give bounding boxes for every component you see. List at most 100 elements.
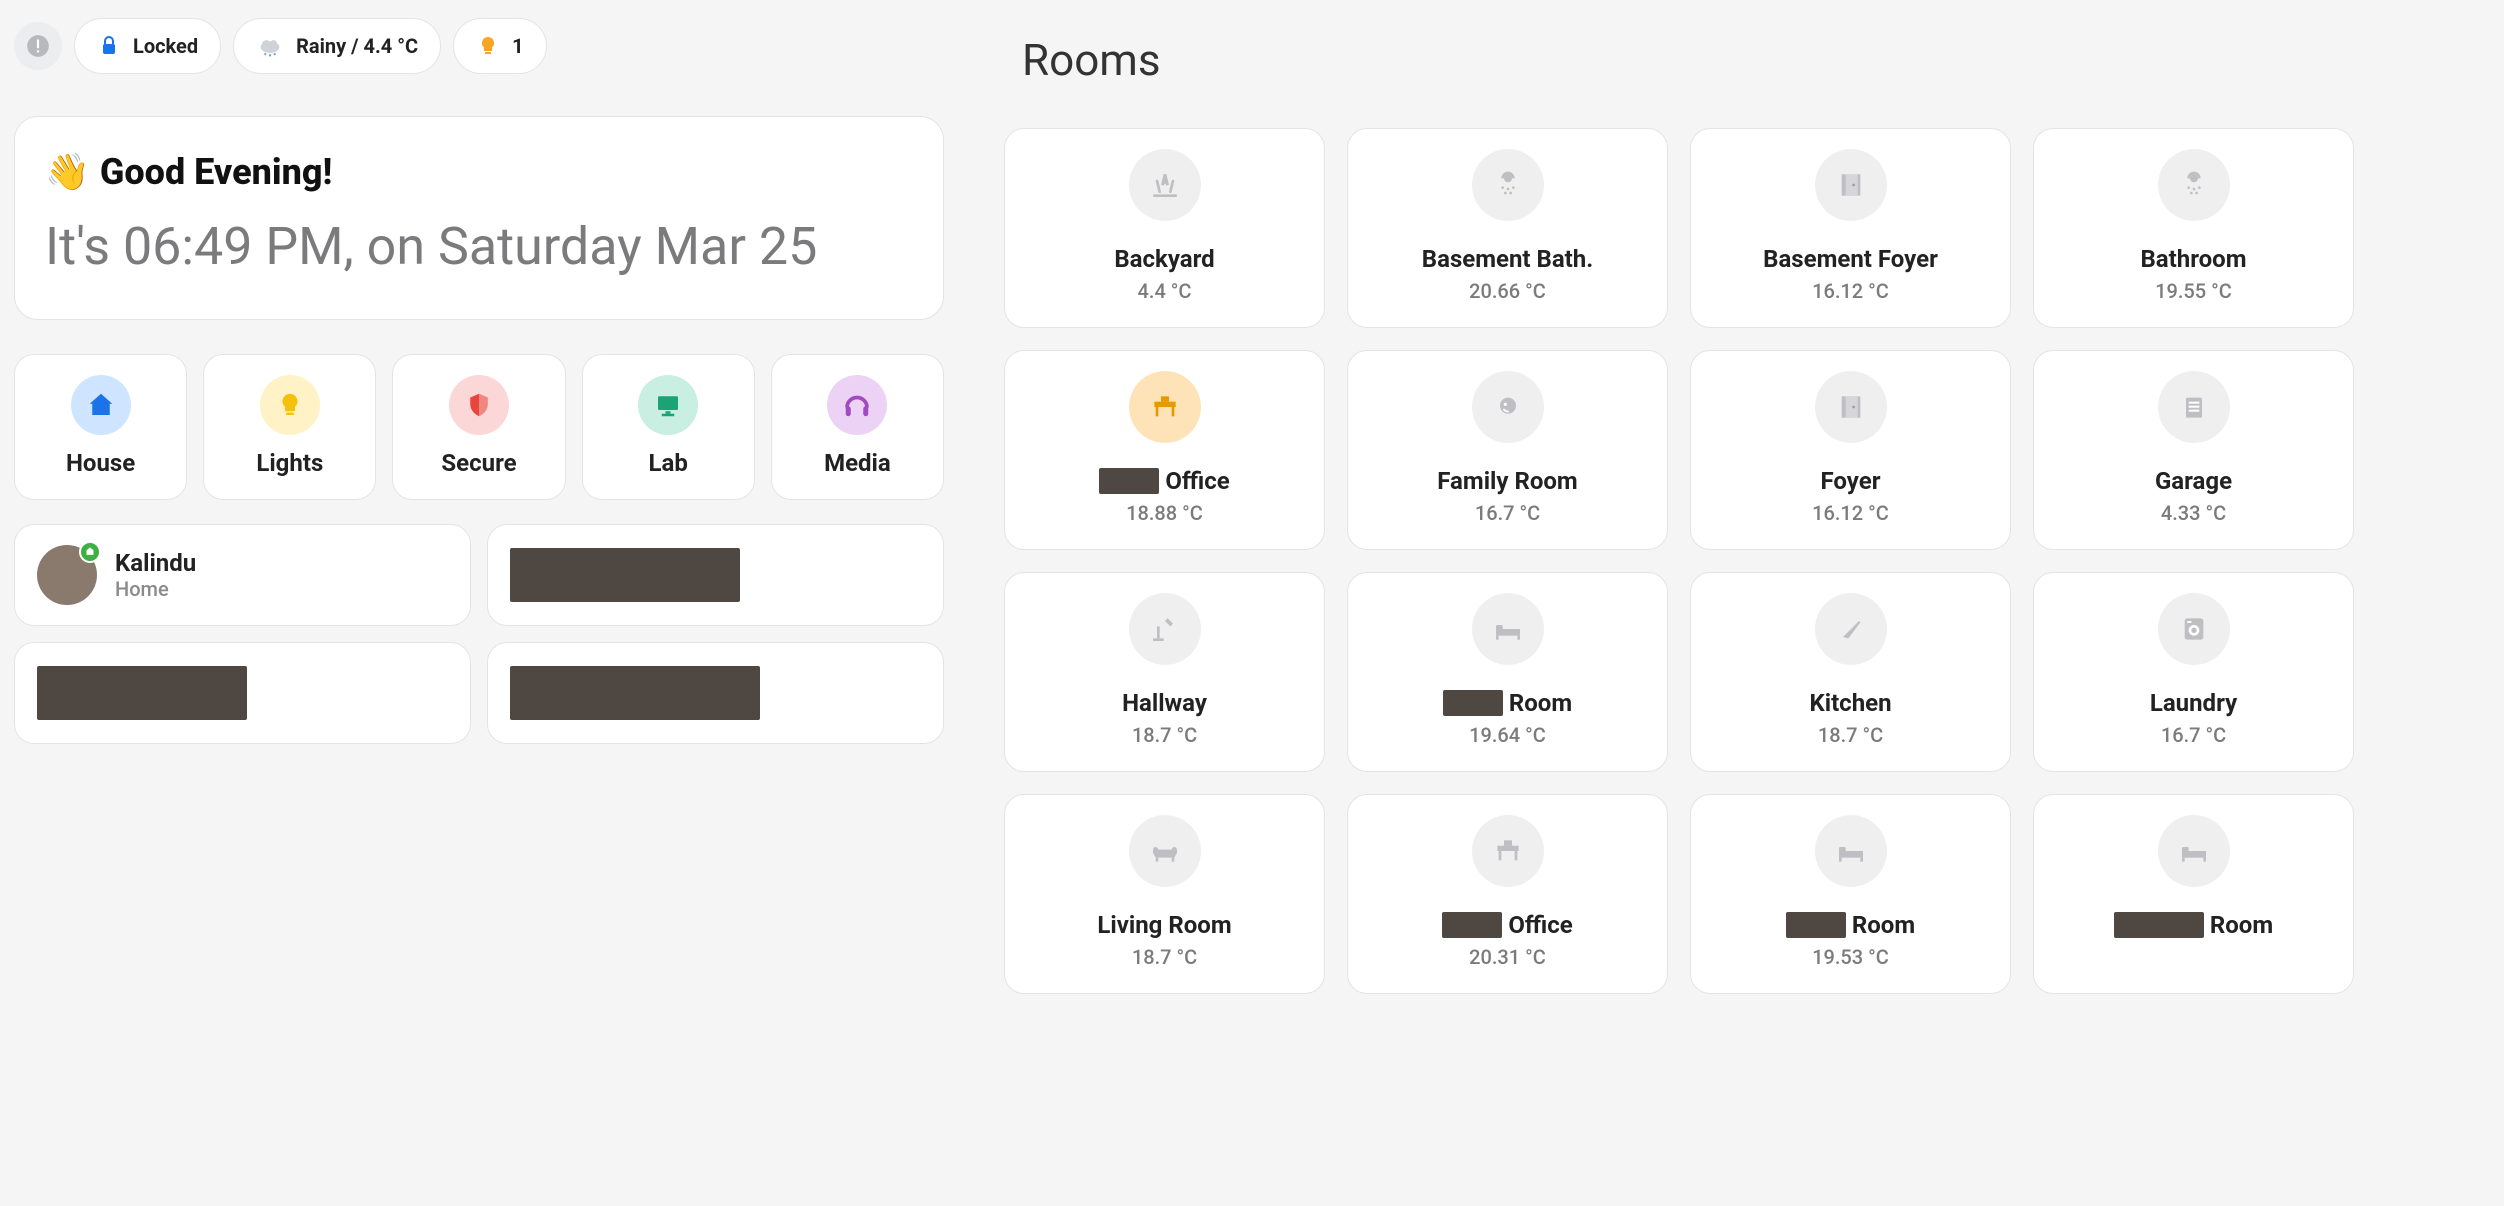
room-temperature: 18.7 °C xyxy=(1132,945,1197,969)
room-card[interactable]: Laundry 16.7 °C xyxy=(2033,572,2354,772)
room-temperature: 16.12 °C xyxy=(1812,279,1889,303)
redacted-prefix xyxy=(1443,690,1503,716)
shield-icon xyxy=(449,375,509,435)
person-card[interactable] xyxy=(14,642,471,744)
room-card[interactable]: Bathroom 19.55 °C xyxy=(2033,128,2354,328)
room-temperature: 20.31 °C xyxy=(1469,945,1546,969)
room-card[interactable]: Room xyxy=(2033,794,2354,994)
person-card[interactable]: Kalindu Home xyxy=(14,524,471,626)
weather-chip[interactable]: Rainy / 4.4 °C xyxy=(233,18,441,74)
desk-icon xyxy=(1129,371,1201,443)
room-name: Office xyxy=(1442,911,1572,939)
room-card[interactable]: Basement Foyer 16.12 °C xyxy=(1690,128,2011,328)
avatar xyxy=(37,545,97,605)
redacted-content xyxy=(510,548,740,602)
redacted-content xyxy=(510,666,760,720)
person-card[interactable] xyxy=(487,642,944,744)
room-card[interactable]: Room 19.53 °C xyxy=(1690,794,2011,994)
shower-icon xyxy=(1472,149,1544,221)
room-temperature: 16.7 °C xyxy=(1475,501,1540,525)
wave-icon: 👋 xyxy=(45,151,90,193)
room-name: Foyer xyxy=(1821,467,1881,495)
redacted-prefix xyxy=(1442,912,1502,938)
lock-icon xyxy=(97,34,121,58)
room-temperature: 18.7 °C xyxy=(1132,723,1197,747)
person-card[interactable] xyxy=(487,524,944,626)
headphones-icon xyxy=(827,375,887,435)
nav-tile-house[interactable]: House xyxy=(14,354,187,500)
redacted-prefix xyxy=(1099,468,1159,494)
bulb-icon xyxy=(260,375,320,435)
monitor-icon xyxy=(638,375,698,435)
nav-tile-lab[interactable]: Lab xyxy=(582,354,755,500)
nav-tile-label: Media xyxy=(824,449,891,477)
sofa-icon xyxy=(1472,371,1544,443)
nav-tile-media[interactable]: Media xyxy=(771,354,944,500)
room-name: Basement Bath. xyxy=(1422,245,1593,273)
room-card[interactable]: Garage 4.33 °C xyxy=(2033,350,2354,550)
room-name: Living Room xyxy=(1097,911,1231,939)
shower-icon xyxy=(2158,149,2230,221)
grass-icon xyxy=(1129,149,1201,221)
home-badge-icon xyxy=(79,541,101,563)
room-card[interactable]: Office 20.31 °C xyxy=(1347,794,1668,994)
greeting-title: Good Evening! xyxy=(100,151,332,193)
garage-icon xyxy=(2158,371,2230,443)
weather-icon xyxy=(256,32,284,60)
redacted-prefix xyxy=(2114,912,2204,938)
room-card[interactable]: Living Room 18.7 °C xyxy=(1004,794,1325,994)
room-temperature: 20.66 °C xyxy=(1469,279,1546,303)
room-temperature: 19.55 °C xyxy=(2155,279,2232,303)
nav-tile-label: Lab xyxy=(649,449,688,477)
room-temperature: 18.7 °C xyxy=(1818,723,1883,747)
person-state: Home xyxy=(115,577,196,601)
room-temperature: 19.64 °C xyxy=(1469,723,1546,747)
couch-icon xyxy=(1129,815,1201,887)
room-name: Kitchen xyxy=(1809,689,1891,717)
room-name: Room xyxy=(1786,911,1915,939)
room-temperature: 16.7 °C xyxy=(2161,723,2226,747)
door-icon xyxy=(1815,149,1887,221)
weather-chip-label: Rainy / 4.4 °C xyxy=(296,34,418,58)
bed-icon xyxy=(1472,593,1544,665)
nav-tile-label: Secure xyxy=(441,449,516,477)
lamp-icon xyxy=(1129,593,1201,665)
room-card[interactable]: Office 18.88 °C xyxy=(1004,350,1325,550)
nav-tile-lights[interactable]: Lights xyxy=(203,354,376,500)
room-temperature: 19.53 °C xyxy=(1812,945,1889,969)
room-card[interactable]: Family Room 16.7 °C xyxy=(1347,350,1668,550)
nav-tile-label: House xyxy=(66,449,135,477)
room-name: Backyard xyxy=(1114,245,1214,273)
room-card[interactable]: Basement Bath. 20.66 °C xyxy=(1347,128,1668,328)
alert-chip[interactable] xyxy=(14,22,62,70)
greeting-card: 👋 Good Evening! It's 06:49 PM, on Saturd… xyxy=(14,116,944,320)
room-card[interactable]: Backyard 4.4 °C xyxy=(1004,128,1325,328)
person-name: Kalindu xyxy=(115,549,196,577)
alert-icon xyxy=(25,33,51,59)
knife-icon xyxy=(1815,593,1887,665)
house-icon xyxy=(71,375,131,435)
nav-tile-label: Lights xyxy=(256,449,323,477)
nav-tile-secure[interactable]: Secure xyxy=(392,354,565,500)
room-name: Hallway xyxy=(1122,689,1207,717)
room-name: Office xyxy=(1099,467,1229,495)
lights-on-count: 1 xyxy=(512,34,523,58)
room-card[interactable]: Foyer 16.12 °C xyxy=(1690,350,2011,550)
lock-chip-label: Locked xyxy=(133,34,198,58)
washer-icon xyxy=(2158,593,2230,665)
desk-icon xyxy=(1472,815,1544,887)
room-name: Room xyxy=(2114,911,2273,939)
room-temperature: 16.12 °C xyxy=(1812,501,1889,525)
lock-chip[interactable]: Locked xyxy=(74,18,221,74)
lights-on-chip[interactable]: 1 xyxy=(453,18,546,74)
rooms-heading: Rooms xyxy=(1022,34,2354,86)
bulb-icon xyxy=(476,34,500,58)
room-card[interactable]: Room 19.64 °C xyxy=(1347,572,1668,772)
room-temperature: 4.4 °C xyxy=(1138,279,1192,303)
greeting-time: It's 06:49 PM, on Saturday Mar 25 xyxy=(45,217,913,277)
room-card[interactable]: Hallway 18.7 °C xyxy=(1004,572,1325,772)
room-name: Basement Foyer xyxy=(1763,245,1938,273)
room-name: Family Room xyxy=(1437,467,1577,495)
room-card[interactable]: Kitchen 18.7 °C xyxy=(1690,572,2011,772)
door-icon xyxy=(1815,371,1887,443)
